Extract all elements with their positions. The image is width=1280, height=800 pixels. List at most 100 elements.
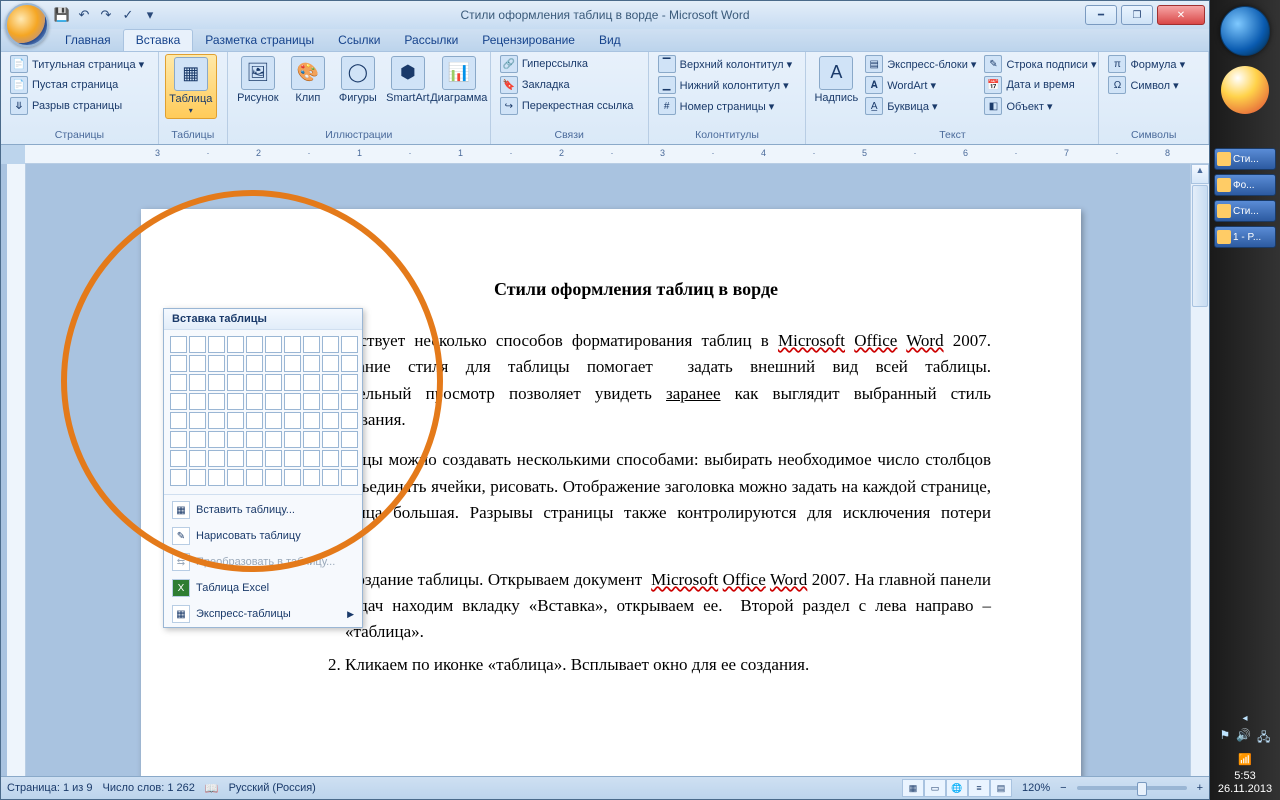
grid-cell[interactable] [322,336,339,353]
grid-cell[interactable] [189,450,206,467]
grid-cell[interactable] [322,412,339,429]
status-page[interactable]: Страница: 1 из 9 [7,782,93,794]
grid-cell[interactable] [265,355,282,372]
grid-cell[interactable] [208,450,225,467]
grid-cell[interactable] [227,355,244,372]
grid-cell[interactable] [170,450,187,467]
grid-cell[interactable] [227,450,244,467]
signal-icon[interactable]: 📶 [1238,753,1252,766]
grid-cell[interactable] [341,431,358,448]
grid-cell[interactable] [265,374,282,391]
grid-cell[interactable] [303,469,320,486]
grid-cell[interactable] [303,431,320,448]
maximize-button[interactable]: ❐ [1121,5,1153,25]
grid-cell[interactable] [246,374,263,391]
view-draft-icon[interactable]: ▤ [990,779,1012,797]
grid-cell[interactable] [341,355,358,372]
zoom-slider[interactable] [1077,786,1187,790]
grid-cell[interactable] [284,393,301,410]
pagenum-button[interactable]: #Номер страницы ▾ [655,96,796,116]
header-button[interactable]: ▔Верхний колонтитул ▾ [655,54,796,74]
tab-home[interactable]: Главная [53,30,123,51]
smartart-button[interactable]: ⬢SmartArt [384,54,432,106]
tab-insert[interactable]: Вставка [123,29,194,51]
grid-cell[interactable] [303,450,320,467]
grid-cell[interactable] [208,431,225,448]
page-break-button[interactable]: ⤋Разрыв страницы [7,96,147,116]
grid-cell[interactable] [284,412,301,429]
tray-chevron-icon[interactable]: ◂ [1242,713,1247,724]
scroll-up-icon[interactable]: ▲ [1191,164,1209,184]
tab-mailings[interactable]: Рассылки [392,30,470,51]
grid-cell[interactable] [284,336,301,353]
object-button[interactable]: ◧Объект ▾ [981,96,1099,116]
network-icon[interactable]: 🖧 [1257,728,1270,749]
cover-page-button[interactable]: 📄Титульная страница ▾ [7,54,147,74]
grid-cell[interactable] [303,393,320,410]
grid-cell[interactable] [246,393,263,410]
grid-cell[interactable] [227,336,244,353]
grid-cell[interactable] [170,374,187,391]
qat-more-icon[interactable]: ▾ [141,6,159,24]
draw-table-item[interactable]: ✎Нарисовать таблицу [164,523,362,549]
tab-review[interactable]: Рецензирование [470,30,587,51]
grid-cell[interactable] [322,469,339,486]
view-outline-icon[interactable]: ≡ [968,779,990,797]
ruler-horizontal[interactable]: 3 · 2 · 1 · 1 · 2 · 3 · 4 · 5 · 6 · 7 · … [25,145,1209,164]
grid-cell[interactable] [322,450,339,467]
office-button[interactable] [5,3,49,47]
grid-cell[interactable] [322,393,339,410]
grid-cell[interactable] [189,393,206,410]
blank-page-button[interactable]: 📄Пустая страница [7,75,147,95]
clipart-button[interactable]: 🎨Клип [284,54,332,106]
grid-cell[interactable] [322,374,339,391]
view-print-icon[interactable]: ▦ [902,779,924,797]
grid-cell[interactable] [303,336,320,353]
grid-cell[interactable] [208,355,225,372]
sigline-button[interactable]: ✎Строка подписи ▾ [981,54,1099,74]
yandex-icon[interactable] [1221,66,1269,114]
grid-cell[interactable] [189,336,206,353]
zoom-out-icon[interactable]: − [1060,782,1066,794]
grid-cell[interactable] [208,469,225,486]
grid-cell[interactable] [265,431,282,448]
grid-cell[interactable] [246,412,263,429]
spellcheck-icon[interactable]: ✓ [119,6,137,24]
grid-cell[interactable] [227,431,244,448]
view-web-icon[interactable]: 🌐 [946,779,968,797]
excel-table-item[interactable]: XТаблица Excel [164,575,362,601]
grid-cell[interactable] [341,393,358,410]
bookmark-button[interactable]: 🔖Закладка [497,75,637,95]
quick-tables-item[interactable]: ▦Экспресс-таблицы▶ [164,601,362,627]
grid-cell[interactable] [246,336,263,353]
taskbar-item[interactable]: Фо... [1214,174,1276,196]
chart-button[interactable]: 📊Диаграмма [434,54,484,106]
grid-cell[interactable] [284,431,301,448]
clock[interactable]: 5:53 26.11.2013 [1218,770,1272,796]
grid-cell[interactable] [341,469,358,486]
shapes-button[interactable]: ◯Фигуры [334,54,382,106]
grid-cell[interactable] [341,374,358,391]
grid-cell[interactable] [170,355,187,372]
grid-cell[interactable] [246,355,263,372]
undo-icon[interactable]: ↶ [75,6,93,24]
ruler-vertical[interactable] [7,164,26,776]
hyperlink-button[interactable]: 🔗Гиперссылка [497,54,637,74]
grid-cell[interactable] [170,336,187,353]
picture-button[interactable]: 🖼Рисунок [234,54,282,106]
status-proof-icon[interactable]: 📖 [205,782,219,795]
grid-cell[interactable] [189,374,206,391]
grid-cell[interactable] [227,393,244,410]
grid-cell[interactable] [265,450,282,467]
wordart-button[interactable]: 𝐀WordArt ▾ [862,75,979,95]
grid-cell[interactable] [265,393,282,410]
grid-cell[interactable] [208,412,225,429]
grid-cell[interactable] [322,431,339,448]
tab-view[interactable]: Вид [587,30,633,51]
taskbar-item[interactable]: Сти... [1214,200,1276,222]
dropcap-button[interactable]: A̲Буквица ▾ [862,96,979,116]
grid-cell[interactable] [208,374,225,391]
grid-cell[interactable] [284,355,301,372]
grid-cell[interactable] [227,469,244,486]
grid-cell[interactable] [265,469,282,486]
